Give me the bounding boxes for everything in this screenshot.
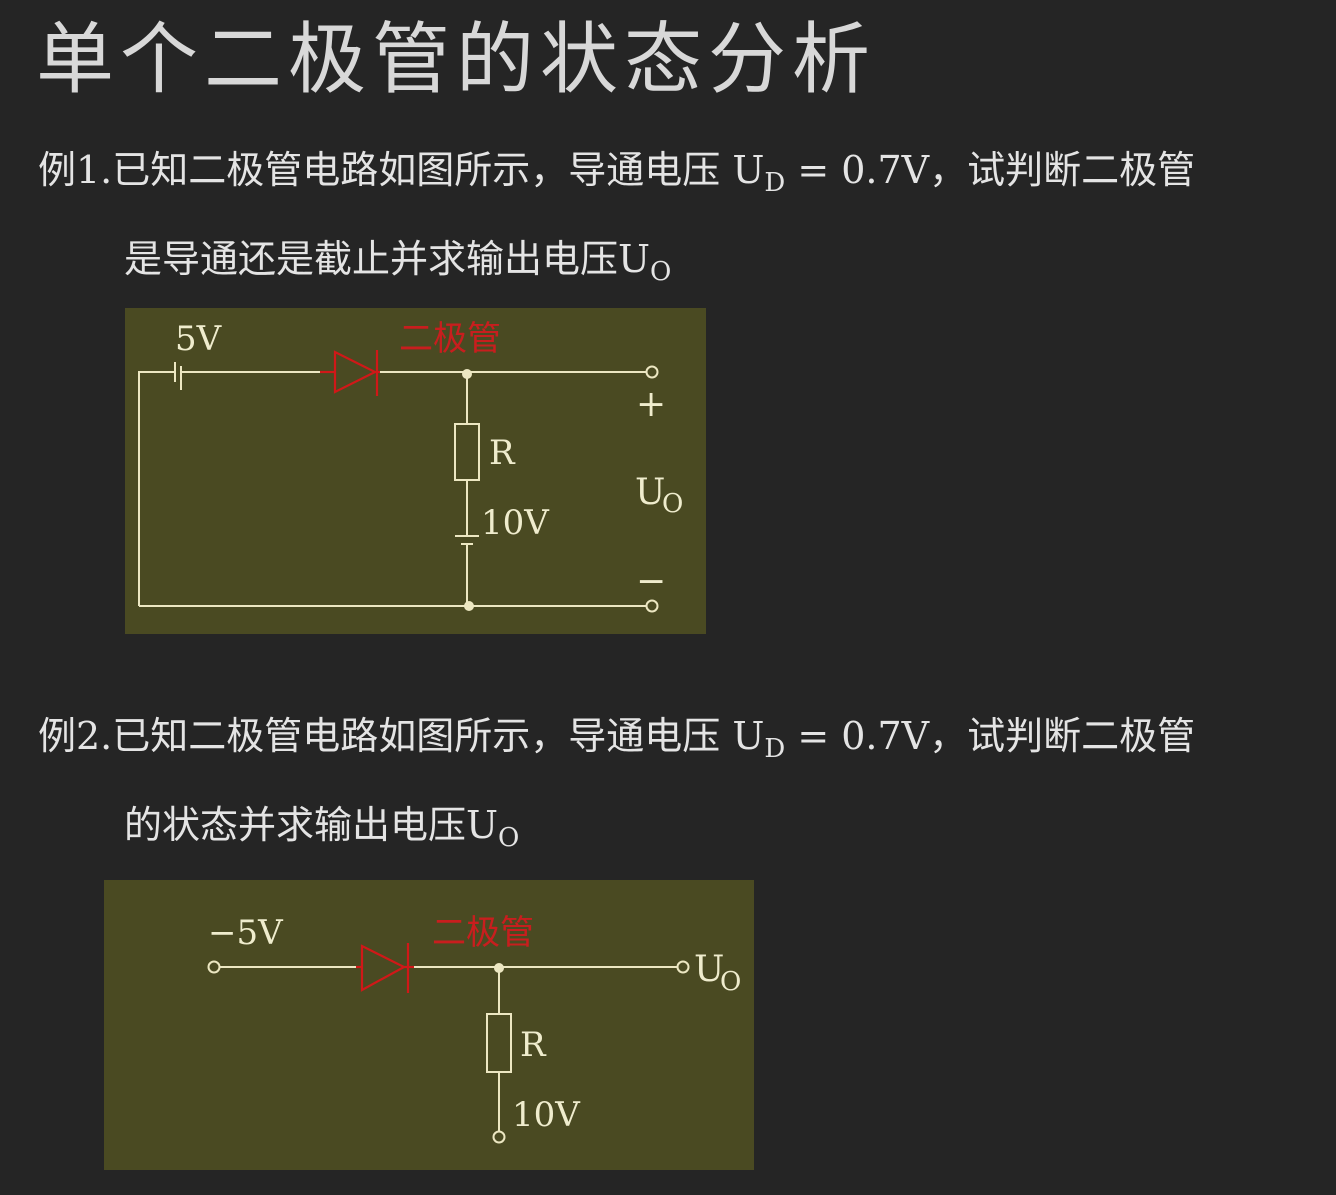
example-2-line1-a: 已知二极管电路如图所示，导通电压 U: [112, 714, 765, 758]
circuit-1-plus: +: [636, 384, 666, 425]
circuit-1-node-top: [462, 369, 472, 379]
circuit-2-terminal-out: [676, 960, 690, 974]
circuit-2-output-sub: O: [720, 967, 741, 997]
example-2-uo-sub: O: [498, 823, 520, 853]
circuit-1-resistor-label: R: [489, 433, 516, 473]
circuit-1-output-u: U: [635, 472, 665, 513]
example-2-prefix: 例2.: [38, 714, 113, 758]
example-2-line1-b: = 0.7V，试判断二极管: [785, 714, 1196, 758]
circuit-2-terminal-bottom: [492, 1130, 506, 1144]
circuit-2-battery-label: 10V: [512, 1095, 581, 1135]
circuit-1-diode: [320, 350, 380, 396]
circuit-1-diagram: 5V 二极管 R 10V + − U O: [138, 319, 683, 613]
circuit-2-node: [494, 963, 504, 973]
circuit-1-left-wire: [138, 371, 175, 606]
circuit-1-panel: 5V 二极管 R 10V + − U O: [125, 308, 706, 634]
circuit-2-source-label: −5V: [208, 913, 284, 953]
circuit-1-terminal-top: [645, 365, 659, 379]
circuit-2-resistor: [486, 1013, 512, 1073]
circuit-2-diagram: −5V 二极管 U O R 10V: [207, 913, 741, 1144]
example-1-line2: 是导通还是截止并求输出电压U: [124, 237, 651, 281]
example-1-uo-sub: O: [650, 257, 672, 287]
circuit-2-panel: −5V 二极管 U O R 10V: [104, 880, 754, 1170]
example-1-line1-b: = 0.7V，试判断二极管: [785, 148, 1196, 192]
example-1-text: 例1.已知二极管电路如图所示，导通电压 UD = 0.7V，试判断二极管 是导通…: [38, 132, 1308, 310]
circuit-1-minus: −: [636, 561, 666, 602]
circuit-1-node-bottom: [464, 601, 474, 611]
example-2-text: 例2.已知二极管电路如图所示，导通电压 UD = 0.7V，试判断二极管 的状态…: [38, 698, 1308, 876]
circuit-1-source-label: 5V: [175, 319, 223, 359]
circuit-2-terminal-in: [207, 960, 221, 974]
circuit-1-battery-label: 10V: [481, 503, 550, 543]
circuit-2-diode: [356, 943, 414, 993]
example-2-line2: 的状态并求输出电压U: [124, 803, 499, 847]
example-1-prefix: 例1.: [38, 148, 113, 192]
example-1-line1-a: 已知二极管电路如图所示，导通电压 U: [112, 148, 765, 192]
page-title: 单个二极管的状态分析: [36, 15, 877, 105]
circuit-1-output-sub: O: [662, 489, 683, 519]
circuit-1-terminal-bottom: [645, 599, 659, 613]
circuit-1-resistor: [454, 423, 480, 481]
circuit-2-diode-label: 二极管: [432, 913, 534, 953]
circuit-1-diode-label: 二极管: [399, 319, 501, 359]
circuit-2-resistor-label: R: [520, 1025, 547, 1065]
example-2-ud-sub: D: [764, 734, 786, 764]
example-1-ud-sub: D: [764, 168, 786, 198]
